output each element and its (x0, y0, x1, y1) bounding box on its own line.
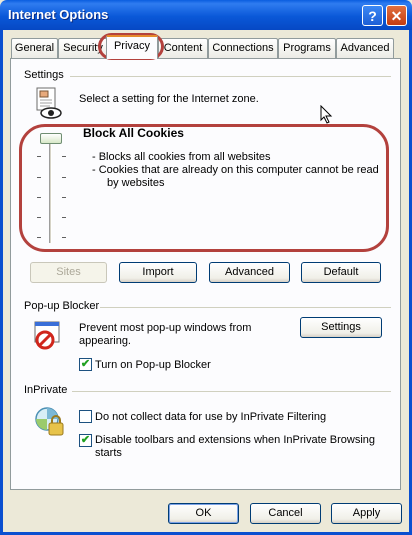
popup-divider (100, 307, 391, 308)
disable-toolbars-inprivate-label-line-2: starts (95, 447, 122, 459)
apply-button[interactable]: Apply (331, 503, 402, 524)
inprivate-icon (33, 405, 67, 439)
disable-toolbars-inprivate-checkbox[interactable]: ✔ (79, 434, 92, 447)
mouse-cursor-icon (320, 105, 334, 125)
inprivate-label: InPrivate (24, 384, 67, 396)
annotation-privacy-level-highlight (19, 124, 389, 252)
tab-content[interactable]: Content (158, 38, 208, 58)
privacy-zone-icon (34, 86, 64, 120)
sites-button[interactable]: Sites (30, 262, 107, 283)
tab-advanced[interactable]: Advanced (336, 38, 394, 58)
default-button[interactable]: Default (301, 262, 381, 283)
popup-settings-button[interactable]: Settings (300, 317, 382, 338)
popup-blocker-icon (33, 320, 67, 352)
no-collect-inprivate-filtering-label: Do not collect data for use by InPrivate… (95, 411, 326, 423)
settings-divider (70, 76, 391, 77)
disable-toolbars-inprivate-label-line-1: Disable toolbars and extensions when InP… (95, 434, 375, 446)
tab-general[interactable]: General (11, 38, 58, 58)
popup-blocker-label: Pop-up Blocker (24, 300, 99, 312)
ok-button[interactable]: OK (168, 503, 239, 524)
close-button[interactable]: ✕ (386, 5, 407, 26)
title-bar: Internet Options ? ✕ (0, 0, 412, 30)
inprivate-divider (72, 391, 391, 392)
settings-description: Select a setting for the Internet zone. (79, 93, 259, 105)
settings-label: Settings (24, 69, 64, 81)
popup-description-line-2: appearing. (79, 335, 131, 347)
turn-on-popup-blocker-checkbox[interactable]: ✔ (79, 358, 92, 371)
tab-connections[interactable]: Connections (208, 38, 278, 58)
tab-programs[interactable]: Programs (278, 38, 336, 58)
import-button[interactable]: Import (119, 262, 197, 283)
help-button[interactable]: ? (362, 5, 383, 26)
tab-privacy[interactable]: Privacy (106, 35, 158, 59)
turn-on-popup-blocker-label: Turn on Pop-up Blocker (95, 359, 211, 371)
cancel-button[interactable]: Cancel (250, 503, 321, 524)
no-collect-inprivate-filtering-checkbox[interactable] (79, 410, 92, 423)
advanced-button[interactable]: Advanced (209, 262, 290, 283)
window-title: Internet Options (8, 7, 108, 22)
popup-description-line-1: Prevent most pop-up windows from (79, 322, 251, 334)
